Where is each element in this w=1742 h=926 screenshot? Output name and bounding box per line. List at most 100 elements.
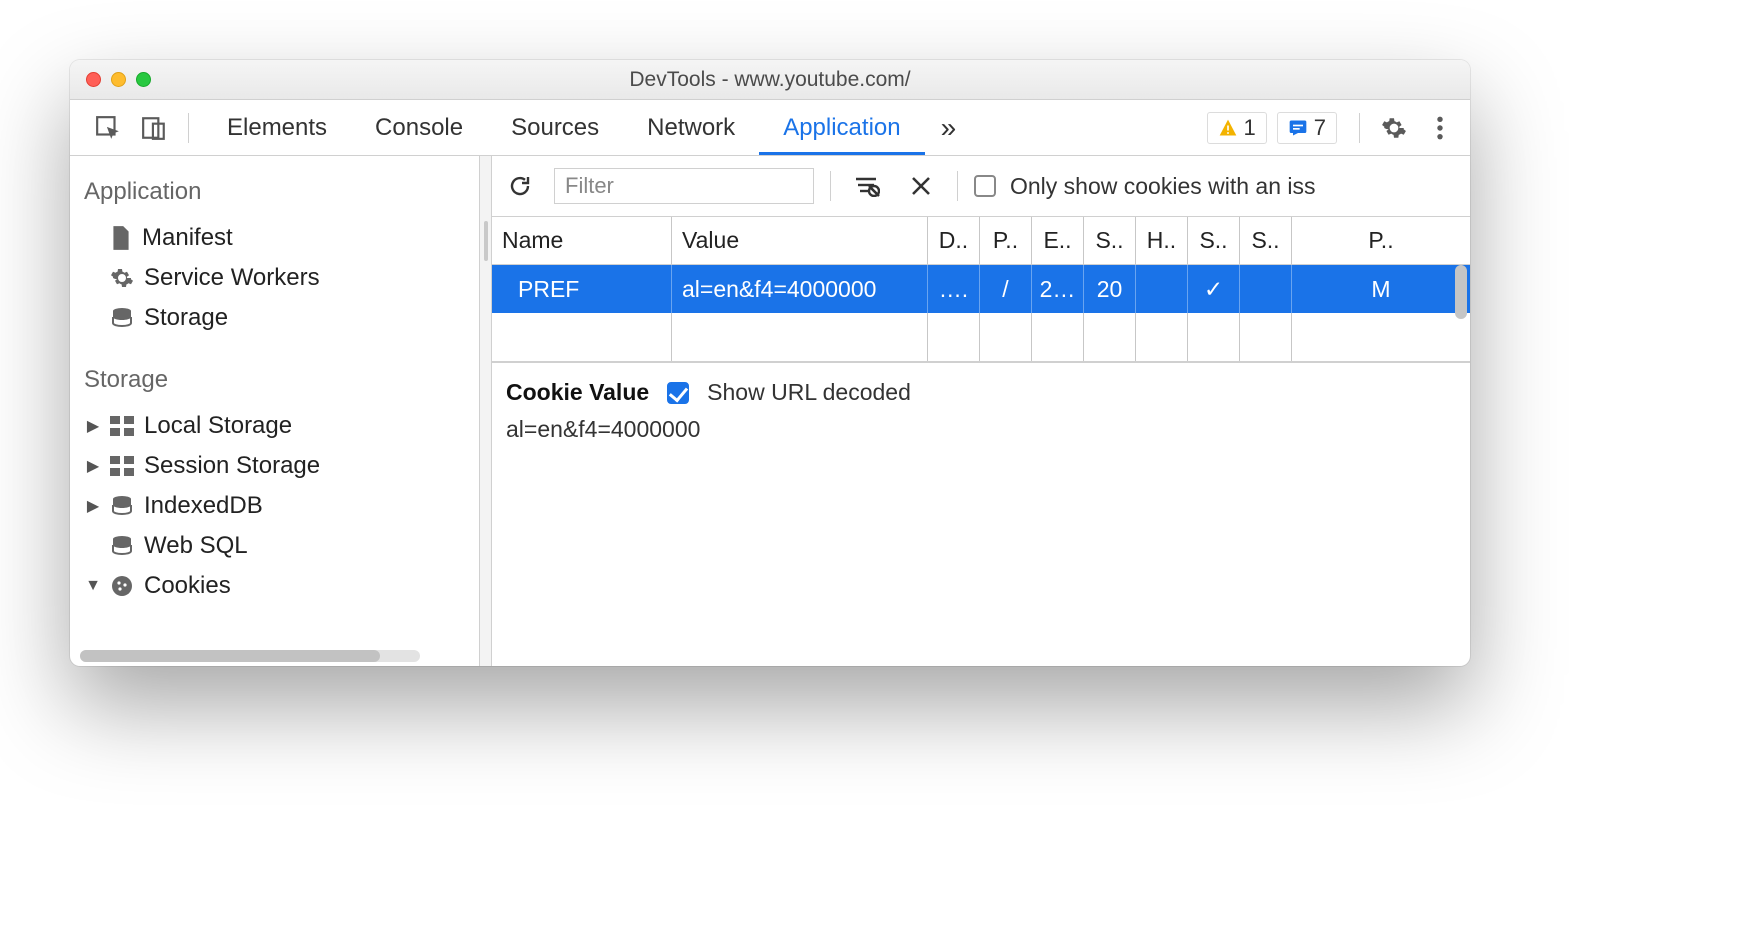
sidebar-scrollbar-thumb[interactable] — [80, 650, 380, 662]
panel-tabs: Elements Console Sources Network Applica… — [203, 100, 1201, 155]
warnings-badge[interactable]: 1 — [1207, 112, 1267, 144]
caret-right-icon[interactable]: ▶ — [86, 496, 100, 516]
cell-expires: 2… — [1032, 265, 1084, 313]
col-value[interactable]: Value — [672, 217, 928, 265]
cell-samesite — [1240, 265, 1292, 313]
sidebar-item-manifest[interactable]: Manifest — [70, 218, 479, 258]
sidebar-item-label: IndexedDB — [144, 492, 263, 520]
section-title-application: Application — [70, 170, 479, 214]
only-issues-checkbox[interactable] — [974, 175, 996, 197]
refresh-icon[interactable] — [500, 166, 540, 206]
minimize-window-button[interactable] — [111, 72, 126, 87]
sidebar-item-label: Local Storage — [144, 412, 292, 440]
sidebar-item-label: Session Storage — [144, 452, 320, 480]
more-tabs-button[interactable]: » — [925, 100, 973, 155]
sidebar-item-service-workers[interactable]: Service Workers — [70, 258, 479, 298]
col-path[interactable]: P.. — [980, 217, 1032, 265]
caret-right-icon[interactable]: ▶ — [86, 456, 100, 476]
warnings-count: 1 — [1244, 115, 1256, 141]
cell-httponly — [1136, 265, 1188, 313]
warning-icon — [1218, 118, 1238, 138]
filter-input[interactable] — [554, 168, 814, 204]
grid-empty-row — [492, 313, 1470, 361]
tree-application: Manifest Service Workers Storage — [70, 214, 479, 358]
sidebar-item-local-storage[interactable]: ▶ Local Storage — [70, 406, 479, 446]
sidebar-item-label: Manifest — [142, 224, 233, 252]
cookie-value-heading: Cookie Value — [506, 379, 649, 406]
sidebar-item-storage[interactable]: Storage — [70, 298, 479, 338]
grid-icon — [110, 416, 134, 436]
window-title: DevTools - www.youtube.com/ — [70, 68, 1470, 92]
sidebar-item-label: Web SQL — [144, 532, 248, 560]
tab-console[interactable]: Console — [351, 100, 487, 155]
cell-secure: ✓ — [1188, 265, 1240, 313]
window-controls — [70, 72, 151, 87]
col-secure[interactable]: S.. — [1188, 217, 1240, 265]
col-size[interactable]: S.. — [1084, 217, 1136, 265]
issue-badges: 1 7 — [1207, 112, 1338, 144]
kebab-menu-icon[interactable] — [1420, 108, 1460, 148]
close-window-button[interactable] — [86, 72, 101, 87]
cell-name: PREF — [492, 265, 672, 313]
splitter-handle[interactable] — [480, 156, 492, 666]
settings-icon[interactable] — [1374, 108, 1414, 148]
separator — [957, 171, 958, 201]
inspect-element-icon[interactable] — [88, 108, 128, 148]
grid-scrollbar[interactable] — [1454, 265, 1468, 319]
sidebar-item-label: Storage — [144, 304, 228, 332]
cookie-value-text: al=en&f4=4000000 — [506, 416, 1456, 443]
gear-icon — [110, 266, 134, 290]
grid-icon — [110, 456, 134, 476]
caret-right-icon[interactable]: ▶ — [86, 416, 100, 436]
col-samesite[interactable]: S.. — [1240, 217, 1292, 265]
col-expires[interactable]: E.. — [1032, 217, 1084, 265]
cell-domain: …. — [928, 265, 980, 313]
tab-sources[interactable]: Sources — [487, 100, 623, 155]
url-decoded-label: Show URL decoded — [707, 379, 911, 406]
message-icon — [1288, 118, 1308, 138]
tree-storage: ▶ Local Storage ▶ Session Storage ▶ Inde… — [70, 402, 479, 626]
sidebar-item-label: Service Workers — [144, 264, 320, 292]
col-httponly[interactable]: H.. — [1136, 217, 1188, 265]
database-icon — [110, 534, 134, 558]
cookie-detail: Cookie Value Show URL decoded al=en&f4=4… — [492, 362, 1470, 459]
database-icon — [110, 494, 134, 518]
section-title-storage: Storage — [70, 358, 479, 402]
separator — [188, 113, 189, 143]
grid-header-row: Name Value D.. P.. E.. S.. H.. S.. S.. P… — [492, 217, 1470, 265]
sidebar-item-cookies[interactable]: ▼ Cookies — [70, 566, 479, 606]
cookies-panel: Only show cookies with an iss Name Value… — [492, 156, 1470, 666]
cookies-toolbar: Only show cookies with an iss — [492, 156, 1470, 217]
tab-network[interactable]: Network — [623, 100, 759, 155]
url-decoded-checkbox[interactable] — [667, 382, 689, 404]
zoom-window-button[interactable] — [136, 72, 151, 87]
sidebar-item-session-storage[interactable]: ▶ Session Storage — [70, 446, 479, 486]
caret-down-icon[interactable]: ▼ — [86, 577, 100, 595]
cell-size: 20 — [1084, 265, 1136, 313]
cookies-grid: Name Value D.. P.. E.. S.. H.. S.. S.. P… — [492, 217, 1470, 362]
sidebar-item-indexeddb[interactable]: ▶ IndexedDB — [70, 486, 479, 526]
separator — [1359, 113, 1360, 143]
cell-path: / — [980, 265, 1032, 313]
devtools-window: DevTools - www.youtube.com/ Elements Con… — [70, 60, 1470, 666]
clear-all-icon[interactable] — [847, 166, 887, 206]
cookie-row[interactable]: PREF al=en&f4=4000000 …. / 2… 20 ✓ M — [492, 265, 1470, 313]
tab-elements[interactable]: Elements — [203, 100, 351, 155]
cookie-icon — [110, 574, 134, 598]
col-name[interactable]: Name — [492, 217, 672, 265]
titlebar[interactable]: DevTools - www.youtube.com/ — [70, 60, 1470, 100]
col-domain[interactable]: D.. — [928, 217, 980, 265]
sidebar-item-label: Cookies — [144, 572, 231, 600]
cell-priority: M — [1292, 265, 1470, 313]
panel-body: Application Manifest Service Workers Sto… — [70, 156, 1470, 666]
database-icon — [110, 306, 134, 330]
tab-application[interactable]: Application — [759, 100, 924, 155]
sidebar-item-websql[interactable]: ▶ Web SQL — [70, 526, 479, 566]
messages-badge[interactable]: 7 — [1277, 112, 1337, 144]
separator — [830, 171, 831, 201]
device-toolbar-icon[interactable] — [134, 108, 174, 148]
grid-scrollbar-thumb[interactable] — [1455, 265, 1467, 319]
col-priority[interactable]: P.. — [1292, 217, 1470, 265]
delete-icon[interactable] — [901, 166, 941, 206]
file-icon — [110, 225, 132, 251]
